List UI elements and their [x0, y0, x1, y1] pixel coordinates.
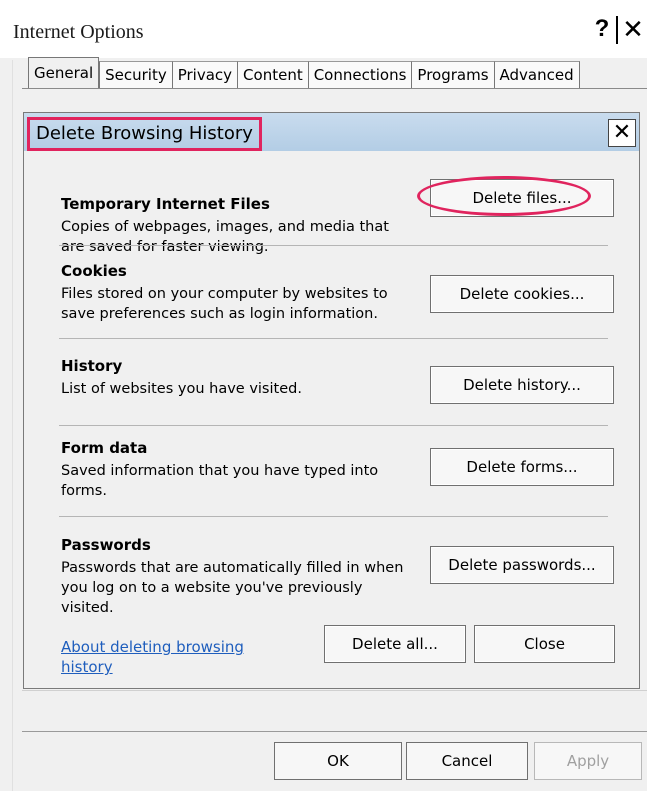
section-title: Passwords: [61, 536, 151, 554]
section-divider: [59, 245, 608, 246]
delete-files-button[interactable]: Delete files...: [430, 179, 614, 217]
title-bar: Internet Options ? ✕: [0, 0, 647, 58]
window-title: Internet Options: [13, 21, 144, 43]
footer-divider: [22, 731, 647, 732]
window-close-button[interactable]: ✕: [620, 15, 646, 43]
section-title: Form data: [61, 439, 148, 457]
delete-forms-button[interactable]: Delete forms...: [430, 448, 614, 486]
dialog-title-bar: Delete Browsing History ✕: [24, 113, 639, 151]
dialog-title: Delete Browsing History: [27, 117, 262, 151]
delete-cookies-button[interactable]: Delete cookies...: [430, 275, 614, 313]
delete-passwords-button[interactable]: Delete passwords...: [430, 546, 614, 584]
tab-programs[interactable]: Programs: [411, 61, 494, 88]
close-dialog-button[interactable]: Close: [474, 625, 615, 663]
options-content-area: [22, 690, 647, 731]
tab-general[interactable]: General: [28, 57, 100, 88]
tab-strip: General Security Privacy Content Connect…: [28, 57, 580, 88]
section-description: List of websites you have visited.: [61, 381, 302, 397]
section-title: Cookies: [61, 262, 127, 280]
title-button-separator: [616, 16, 618, 44]
section-description: Copies of webpages, images, and media th…: [61, 219, 389, 255]
section-description: Passwords that are automatically filled …: [61, 560, 404, 616]
internet-options-window: Internet Options ? ✕ General Security Pr…: [0, 0, 647, 791]
help-button[interactable]: ?: [590, 15, 614, 43]
apply-button[interactable]: Apply: [534, 742, 642, 780]
section-divider: [59, 425, 608, 426]
tab-connections[interactable]: Connections: [307, 61, 412, 88]
tab-content[interactable]: Content: [237, 61, 308, 88]
section-title: History: [61, 357, 123, 375]
about-deleting-history-link[interactable]: About deleting browsing history: [61, 637, 281, 677]
tab-advanced[interactable]: Advanced: [493, 61, 580, 88]
tab-underline: [22, 88, 647, 89]
ok-button[interactable]: OK: [274, 742, 402, 780]
section-description: Saved information that you have typed in…: [61, 463, 379, 499]
tab-privacy[interactable]: Privacy: [171, 61, 238, 88]
section-title: Temporary Internet Files: [61, 195, 270, 213]
tab-security[interactable]: Security: [99, 61, 172, 88]
section-description: Files stored on your computer by website…: [61, 286, 388, 322]
cancel-button[interactable]: Cancel: [406, 742, 528, 780]
dialog-close-icon[interactable]: ✕: [608, 119, 636, 147]
section-divider: [59, 516, 608, 517]
delete-history-button[interactable]: Delete history...: [430, 366, 614, 404]
delete-all-button[interactable]: Delete all...: [324, 625, 466, 663]
window-left-edge: [12, 60, 13, 791]
section-divider: [59, 338, 608, 339]
